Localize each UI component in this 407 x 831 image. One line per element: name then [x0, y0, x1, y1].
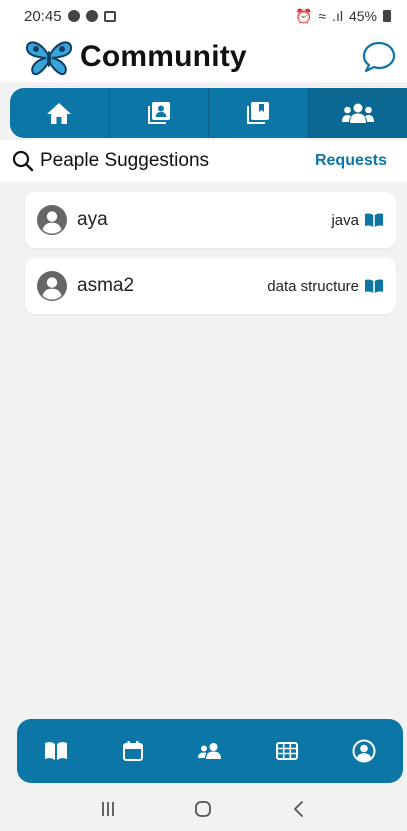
app-notification-icon	[85, 10, 98, 22]
status-left: 20:45	[24, 8, 116, 25]
battery-icon	[383, 10, 391, 22]
nav-calendar[interactable]	[109, 727, 157, 775]
status-time: 20:45	[24, 7, 62, 25]
status-right: ⏰ ≈ .ıl 45%	[295, 8, 391, 25]
butterfly-logo-icon	[25, 41, 73, 75]
tab-home[interactable]	[10, 88, 110, 138]
user-topic: java	[331, 211, 359, 229]
book-icon	[44, 742, 67, 760]
user-name: asma2	[77, 275, 135, 296]
profile-icon	[352, 739, 376, 763]
contacts-icon	[147, 102, 170, 124]
home-icon	[47, 103, 72, 124]
recent-apps-icon[interactable]	[98, 800, 118, 818]
chat-icon[interactable]	[361, 40, 397, 74]
user-card[interactable]: aya java	[25, 192, 396, 248]
suggestions-header: Peaple Suggestions Requests	[0, 140, 407, 182]
book-open-icon	[365, 279, 383, 293]
calendar-icon	[122, 741, 143, 761]
user-info: asma2	[37, 271, 134, 301]
home-button-icon[interactable]	[193, 799, 213, 819]
battery-level: 45%	[348, 8, 377, 24]
users-icon	[197, 743, 221, 759]
suggestions-title: Peaple Suggestions	[40, 150, 210, 171]
suggestions-title-group: Peaple Suggestions	[12, 150, 209, 172]
avatar-icon	[37, 271, 67, 301]
nav-profile[interactable]	[340, 727, 388, 775]
back-icon[interactable]	[289, 799, 309, 819]
top-tab-bar	[10, 88, 407, 138]
messenger-icon	[67, 10, 80, 22]
nav-table[interactable]	[263, 727, 311, 775]
tab-community[interactable]	[308, 88, 407, 138]
tab-library[interactable]	[209, 88, 309, 138]
search-icon[interactable]	[12, 150, 34, 172]
user-info: aya	[37, 205, 108, 235]
user-topic-group: data structure	[267, 278, 384, 295]
table-icon	[276, 742, 299, 760]
gallery-icon	[103, 10, 116, 22]
tab-contacts[interactable]	[110, 88, 209, 138]
app-title: Community	[80, 40, 247, 73]
user-name: aya	[77, 209, 108, 230]
nav-users[interactable]	[186, 727, 234, 775]
requests-link[interactable]: Requests	[315, 152, 387, 170]
user-topic: data structure	[267, 277, 359, 295]
library-icon	[247, 102, 270, 124]
app-header: Community	[0, 32, 407, 82]
signal-icon: .ıl	[332, 8, 343, 24]
suggestions-list: aya java asma2 data structure	[0, 182, 407, 718]
alarm-icon: ⏰	[294, 7, 313, 24]
user-topic-group: java	[331, 212, 384, 229]
wifi-icon: ≈	[318, 8, 327, 24]
book-open-icon	[365, 213, 383, 227]
nav-book[interactable]	[32, 727, 80, 775]
status-bar: 20:45 ⏰ ≈ .ıl 45%	[0, 0, 407, 32]
user-card[interactable]: asma2 data structure	[25, 258, 396, 314]
system-nav-bar	[0, 787, 407, 831]
avatar-icon	[37, 205, 67, 235]
users-icon	[341, 103, 374, 123]
bottom-nav	[17, 719, 403, 783]
